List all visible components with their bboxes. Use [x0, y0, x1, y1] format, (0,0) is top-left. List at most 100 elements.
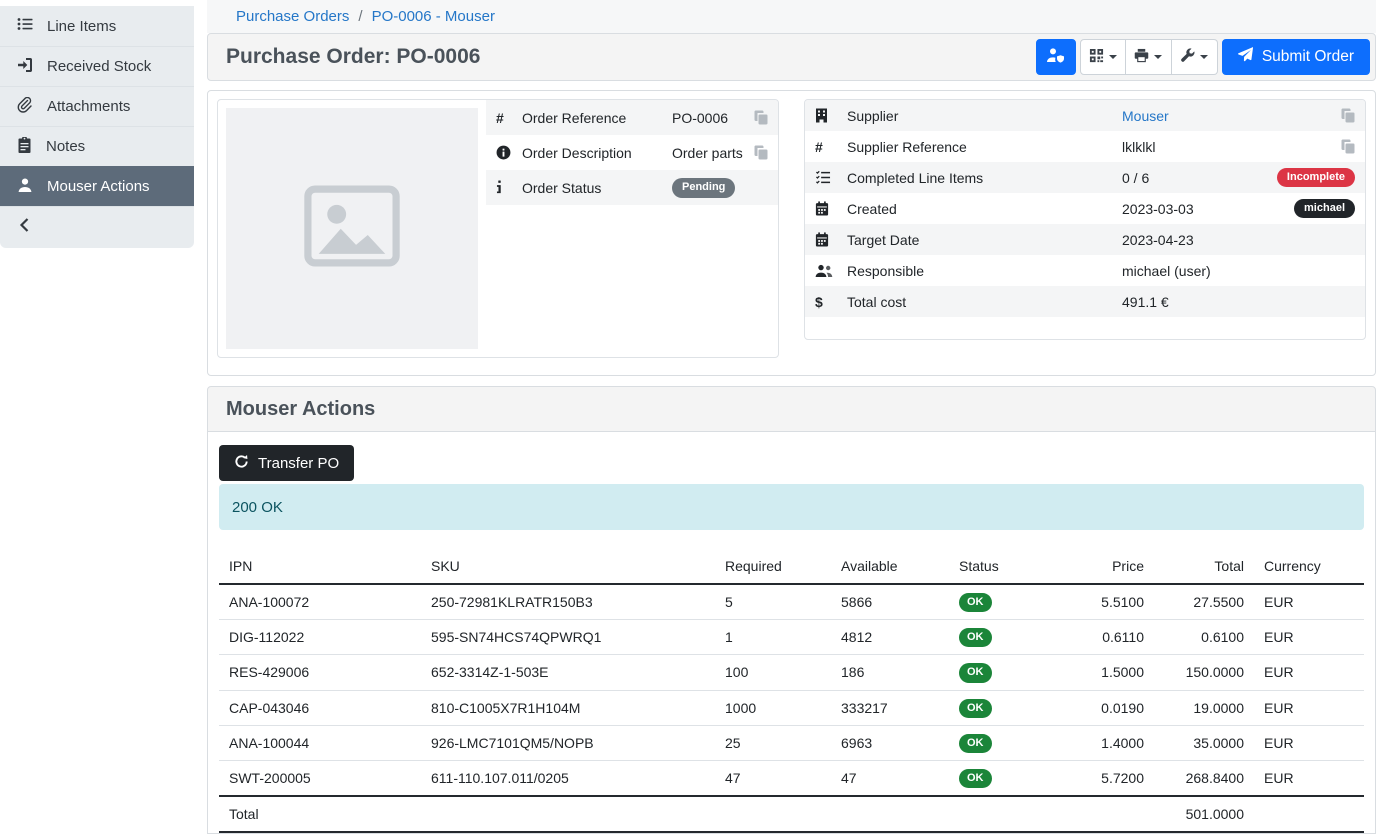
- copy-icon[interactable]: [754, 145, 768, 160]
- detail-label: Order Reference: [522, 110, 672, 126]
- col-header-ipn: IPN: [219, 549, 421, 584]
- submit-order-button[interactable]: Submit Order: [1222, 39, 1370, 75]
- order-details-panel: # Order Reference PO-0006 Order Descript…: [207, 90, 1376, 376]
- cell-sku: 250-72981KLRATR150B3: [421, 584, 715, 620]
- order-card: # Order Reference PO-0006 Order Descript…: [217, 99, 779, 358]
- detail-label: Supplier: [847, 108, 1122, 124]
- section-title: Mouser Actions: [226, 398, 375, 421]
- header-actions: Submit Order: [1036, 39, 1370, 75]
- cell-status: OK: [949, 760, 1069, 796]
- detail-value: Pending: [672, 177, 768, 197]
- app-root: Line Items Received Stock Attachments No…: [0, 0, 1383, 794]
- cell-required: 1: [715, 620, 831, 655]
- transfer-po-button[interactable]: Transfer PO: [219, 445, 354, 481]
- sidebar-item-attachments[interactable]: Attachments: [0, 86, 194, 126]
- copy-icon[interactable]: [754, 110, 768, 125]
- supplier-card: Supplier Mouser # Supplier Reference lkl…: [804, 99, 1366, 340]
- table-row: SWT-200005 611-110.107.011/0205 47 47 OK…: [219, 760, 1364, 796]
- cell-ipn: ANA-100044: [219, 725, 421, 760]
- refresh-icon: [234, 454, 249, 473]
- detail-row-total-cost: $ Total cost 491.1 €: [805, 286, 1365, 317]
- sidebar-item-received-stock[interactable]: Received Stock: [0, 46, 194, 86]
- cell-available: 5866: [831, 584, 949, 620]
- print-menu-button[interactable]: [1126, 39, 1172, 75]
- copy-icon[interactable]: [1341, 139, 1355, 154]
- cell-required: 47: [715, 760, 831, 796]
- cell-sku: 595-SN74HCS74QPWRQ1: [421, 620, 715, 655]
- cell-required: 5: [715, 584, 831, 620]
- cell-required: 25: [715, 725, 831, 760]
- cell-currency: EUR: [1254, 584, 1364, 620]
- cell-available: 47: [831, 760, 949, 796]
- breadcrumb-link-purchase-orders[interactable]: Purchase Orders: [236, 8, 349, 25]
- detail-label: Order Status: [522, 180, 672, 196]
- main-content: Purchase Orders / PO-0006 - Mouser Purch…: [207, 0, 1383, 794]
- cell-status: OK: [949, 584, 1069, 620]
- supplier-link[interactable]: Mouser: [1122, 108, 1169, 124]
- breadcrumb-link-current-order[interactable]: PO-0006 - Mouser: [372, 8, 495, 25]
- cell-sku: 926-LMC7101QM5/NOPB: [421, 725, 715, 760]
- sidebar-item-label: Notes: [46, 138, 85, 155]
- status-badge-ok: OK: [959, 769, 992, 788]
- detail-row-responsible: Responsible michael (user): [805, 255, 1365, 286]
- detail-label: Order Description: [522, 145, 672, 161]
- cell-status: OK: [949, 725, 1069, 760]
- status-badge-ok: OK: [959, 699, 992, 718]
- status-badge-incomplete: Incomplete: [1277, 168, 1355, 187]
- detail-value: 0 / 6: [1122, 170, 1277, 186]
- calendar-icon: [815, 201, 847, 216]
- cell-total: 268.8400: [1154, 760, 1254, 796]
- cell-currency: EUR: [1254, 725, 1364, 760]
- order-image-placeholder: [226, 108, 478, 349]
- status-badge-ok: OK: [959, 628, 992, 647]
- cell-price: 5.7200: [1069, 760, 1154, 796]
- detail-row-supplier-reference: # Supplier Reference lklklkl: [805, 131, 1365, 162]
- chevron-left-icon: [19, 218, 30, 237]
- sidebar-item-label: Mouser Actions: [47, 178, 150, 195]
- col-header-available: Available: [831, 549, 949, 584]
- sidebar: Line Items Received Stock Attachments No…: [0, 0, 194, 794]
- section-body: Transfer PO 200 OK IPN SKU Required Avai…: [207, 432, 1376, 834]
- detail-row-order-status: Order Status Pending: [486, 170, 778, 205]
- sidebar-item-line-items[interactable]: Line Items: [0, 6, 194, 46]
- table-row: DIG-112022 595-SN74HCS74QPWRQ1 1 4812 OK…: [219, 620, 1364, 655]
- users-icon: [815, 264, 847, 278]
- submit-order-label: Submit Order: [1262, 48, 1354, 66]
- col-header-required: Required: [715, 549, 831, 584]
- cell-required: 1000: [715, 690, 831, 725]
- order-actions-menu-button[interactable]: [1172, 39, 1218, 75]
- cell-status: OK: [949, 655, 1069, 690]
- cell-total: 0.6100: [1154, 620, 1254, 655]
- cell-currency: EUR: [1254, 760, 1364, 796]
- detail-row-target-date: Target Date 2023-04-23: [805, 224, 1365, 255]
- user-shield-button[interactable]: [1036, 39, 1076, 75]
- info-icon: [496, 180, 522, 195]
- copy-icon[interactable]: [1341, 108, 1355, 123]
- detail-value: 2023-04-23: [1122, 232, 1355, 248]
- sidebar-list: Line Items Received Stock Attachments No…: [0, 6, 194, 248]
- cell-total: 150.0000: [1154, 655, 1254, 690]
- table-row: RES-429006 652-3314Z-1-503E 100 186 OK 1…: [219, 655, 1364, 690]
- order-kv-table: # Order Reference PO-0006 Order Descript…: [486, 100, 778, 205]
- user-shield-icon: [1046, 47, 1065, 67]
- barcode-menu-button[interactable]: [1080, 39, 1126, 75]
- breadcrumb: Purchase Orders / PO-0006 - Mouser: [207, 0, 1376, 33]
- col-header-total: Total: [1154, 549, 1254, 584]
- cell-price: 1.4000: [1069, 725, 1154, 760]
- sidebar-collapse-button[interactable]: [0, 206, 194, 248]
- section-header: Mouser Actions: [207, 386, 1376, 432]
- detail-label: Supplier Reference: [847, 139, 1122, 155]
- transfer-po-label: Transfer PO: [258, 455, 339, 472]
- table-row: ANA-100044 926-LMC7101QM5/NOPB 25 6963 O…: [219, 725, 1364, 760]
- detail-value: PO-0006: [672, 110, 754, 126]
- sidebar-item-mouser-actions[interactable]: Mouser Actions: [0, 166, 194, 206]
- cell-price: 1.5000: [1069, 655, 1154, 690]
- cell-currency: EUR: [1254, 655, 1364, 690]
- tools-icon: [1180, 48, 1195, 67]
- sign-in-icon: [17, 57, 33, 77]
- cell-required: 100: [715, 655, 831, 690]
- detail-label: Created: [847, 201, 1122, 217]
- chevron-down-icon: [1154, 55, 1162, 59]
- sidebar-item-notes[interactable]: Notes: [0, 126, 194, 166]
- cell-price: 5.5100: [1069, 584, 1154, 620]
